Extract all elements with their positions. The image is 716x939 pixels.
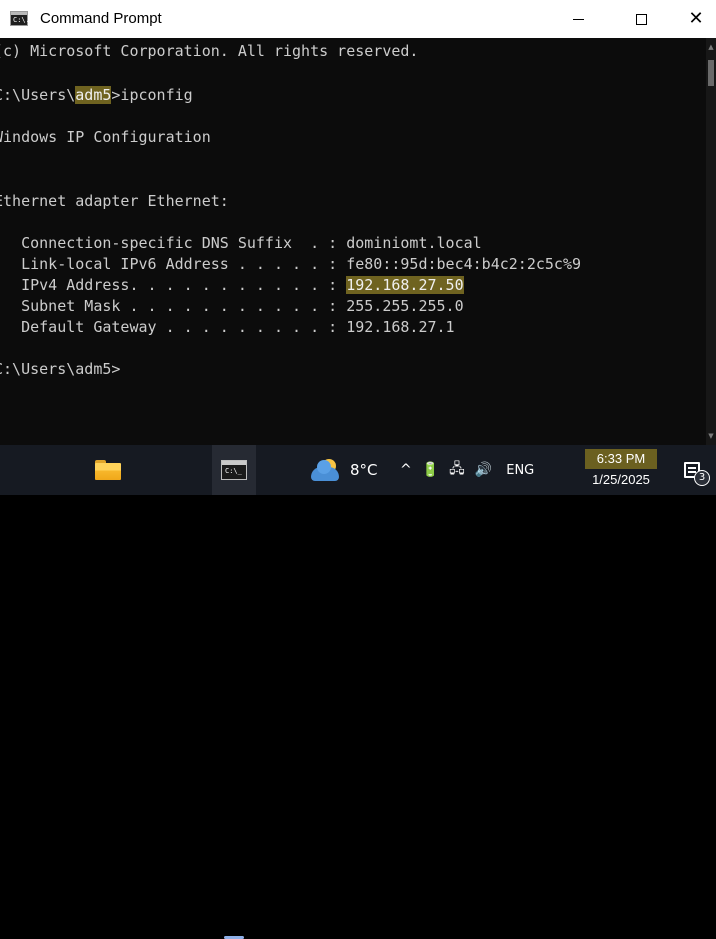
close-button[interactable]: ✕ (676, 0, 716, 38)
window-title: Command Prompt (40, 10, 162, 27)
console-line-ipv6: Link-local IPv6 Address . . . . . : fe80… (0, 255, 581, 273)
console-line-prompt: C:\Users\adm5> (0, 360, 121, 378)
ipv4-label: IPv4 Address. . . . . . . . . . . : (0, 276, 347, 294)
network-icon[interactable]: 🖧 (449, 458, 465, 482)
console-line-ethernet-adapter: Ethernet adapter Ethernet: (0, 192, 229, 210)
command-prompt-window: C:\. Command Prompt ✕ (c) Microsoft Corp… (0, 0, 716, 445)
close-icon: ✕ (688, 8, 704, 29)
weather-temperature: 8°C (350, 461, 378, 479)
console-line-copyright: (c) Microsoft Corporation. All rights re… (0, 42, 419, 60)
taskbar-command-prompt[interactable]: C:\_ (212, 445, 256, 495)
command-text: >ipconfig (111, 86, 193, 104)
console-line-ip-config-header: Windows IP Configuration (0, 128, 211, 146)
scroll-up-arrow-icon[interactable]: ▲ (706, 42, 716, 52)
language-indicator[interactable]: ENG (506, 463, 534, 478)
cmd-icon-text: C:\. (13, 16, 30, 24)
ipv4-highlight: 192.168.27.50 (346, 276, 464, 294)
folder-icon (95, 460, 121, 480)
console-line-subnet-mask: Subnet Mask . . . . . . . . . . . : 255.… (0, 297, 464, 315)
taskbar-clock[interactable]: 6:33 PM 1/25/2025 (578, 449, 664, 491)
console-line-ipconfig-command: C:\Users\adm5>ipconfig (0, 86, 193, 104)
username-highlight: adm5 (75, 86, 112, 104)
notification-count-badge: 3 (694, 470, 710, 486)
partly-cloudy-icon (308, 455, 342, 485)
volume-icon[interactable]: 🔊 (475, 462, 492, 478)
taskbar-cmd-icon-text: C:\_ (225, 467, 242, 475)
taskbar-file-explorer[interactable] (86, 445, 130, 495)
chevron-up-icon[interactable]: ^ (400, 462, 412, 478)
scroll-down-arrow-icon[interactable]: ▼ (706, 431, 716, 441)
console-output[interactable]: (c) Microsoft Corporation. All rights re… (0, 38, 706, 445)
cmd-icon[interactable]: C:\. (10, 11, 30, 26)
notification-center-button[interactable]: 3 (674, 445, 710, 495)
minimize-button[interactable] (555, 0, 601, 38)
console-line-dns-suffix: Connection-specific DNS Suffix . : domin… (0, 234, 482, 252)
console-line-ipv4: IPv4 Address. . . . . . . . . . . : 192.… (0, 276, 464, 294)
maximize-button[interactable] (618, 0, 664, 38)
weather-widget[interactable]: 8°C (308, 445, 388, 495)
clock-time: 6:33 PM (585, 449, 657, 469)
system-tray: ^ 🔋 🖧 🔊 ENG (400, 445, 570, 495)
maximize-icon (635, 13, 647, 25)
vertical-scrollbar[interactable]: ▲ ▼ (706, 38, 716, 445)
minimize-icon (572, 18, 584, 20)
cmd-icon: C:\_ (221, 460, 247, 480)
battery-icon[interactable]: 🔋 (422, 462, 439, 478)
taskbar: C:\_ 8°C ^ 🔋 🖧 🔊 ENG 6:33 PM 1/25/2025 3 (0, 445, 716, 939)
prompt-path: C:\Users\ (0, 86, 76, 104)
clock-date: 1/25/2025 (592, 472, 650, 487)
scroll-thumb[interactable] (708, 60, 714, 86)
title-bar[interactable]: C:\. Command Prompt ✕ (0, 0, 716, 38)
console-line-default-gateway: Default Gateway . . . . . . . . . : 192.… (0, 318, 455, 336)
